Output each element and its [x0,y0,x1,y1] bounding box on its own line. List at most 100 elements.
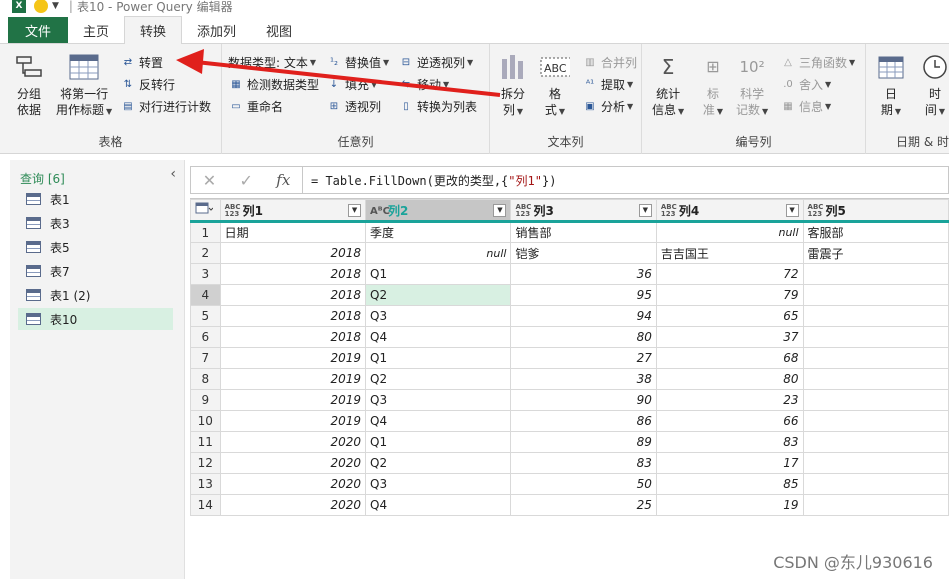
table-cell[interactable]: 2020 [219,494,367,516]
table-cell[interactable]: 90 [510,389,657,411]
table-row[interactable]: 3 2018 Q1 36 72 [190,263,949,285]
rounding-button[interactable]: .0 舍入 ▼ [780,74,831,94]
table-cell[interactable]: 72 [655,263,804,285]
table-cell[interactable]: 2020 [219,473,367,495]
quick-access-dropdown-icon[interactable]: ▼ [52,1,59,11]
detect-data-type-button[interactable]: ▦ 检测数据类型 [228,74,319,94]
replace-values-button[interactable]: ¹₂ 替换值 ▼ [326,52,389,72]
table-cell[interactable]: 客服部 [802,221,949,243]
row-number[interactable]: 11 [190,431,221,453]
table-cell[interactable]: 23 [655,389,804,411]
fill-button[interactable]: ↓ 填充 ▼ [326,74,377,94]
table-cell[interactable]: 36 [510,263,657,285]
row-number[interactable]: 10 [190,410,221,432]
table-row[interactable]: 11 2020 Q1 89 83 [190,431,949,453]
table-cell[interactable] [802,452,949,474]
table-cell[interactable]: 吉吉国王 [655,242,804,264]
format-button[interactable]: ABC 格 式 ▼ [540,52,570,120]
table-cell[interactable]: 2018 [219,305,367,327]
table-cell[interactable]: 2020 [219,431,367,453]
table-cell[interactable]: 日期 [219,221,367,243]
extract-button[interactable]: ᴬ¹ 提取 ▼ [582,74,633,94]
query-item[interactable]: 表1 (2) [18,284,173,306]
table-cell[interactable]: 2019 [219,347,367,369]
table-cell[interactable]: 85 [655,473,804,495]
table-cell[interactable]: Q2 [365,284,512,306]
table-cell[interactable]: 2018 [219,326,367,348]
table-cell[interactable]: 2019 [219,410,367,432]
table-cell[interactable]: 83 [510,452,657,474]
table-cell[interactable]: 37 [655,326,804,348]
table-cell[interactable]: 19 [655,494,804,516]
table-row[interactable]: 10 2019 Q4 86 66 [190,410,949,432]
table-cell[interactable]: 铠爹 [510,242,657,264]
reverse-rows-button[interactable]: ⇅ 反转行 [120,74,175,94]
query-item[interactable]: 表7 [18,260,173,282]
table-cell[interactable]: 17 [655,452,804,474]
filter-dropdown-icon[interactable]: ▼ [348,204,362,217]
row-number[interactable]: 13 [190,473,221,495]
table-cell[interactable]: 86 [510,410,657,432]
table-cell[interactable]: 销售部 [510,221,657,243]
row-number[interactable]: 5 [190,305,221,327]
statistics-button[interactable]: Σ 统计 信息 ▼ [652,52,684,120]
table-cell[interactable]: 95 [510,284,657,306]
table-cell[interactable]: 83 [655,431,804,453]
table-cell[interactable]: null [655,221,804,243]
convert-to-list-button[interactable]: ▯ 转换为列表 [398,96,477,116]
scientific-button[interactable]: 10² 科学 记数 ▼ [736,52,768,120]
confirm-formula-icon[interactable]: ✓ [239,171,252,190]
tab-home[interactable]: 主页 [68,17,124,43]
table-cell[interactable] [802,305,949,327]
row-number[interactable]: 3 [190,263,221,285]
table-cell[interactable]: 27 [510,347,657,369]
information-button[interactable]: ▦ 信息 ▼ [780,96,831,116]
table-row[interactable]: 14 2020 Q4 25 19 [190,494,949,516]
table-cell[interactable]: null [365,242,512,264]
table-cell[interactable]: 80 [655,368,804,390]
table-cell[interactable]: Q4 [365,410,512,432]
filter-dropdown-icon[interactable]: ▼ [493,204,507,217]
column-header-4[interactable]: ABC 123 列4 ▼ [655,199,804,223]
table-cell[interactable] [802,473,949,495]
table-row[interactable]: 13 2020 Q3 50 85 [190,473,949,495]
table-cell[interactable] [802,284,949,306]
table-cell[interactable]: 94 [510,305,657,327]
table-cell[interactable]: 66 [655,410,804,432]
table-cell[interactable] [802,347,949,369]
filter-dropdown-icon[interactable]: ▼ [785,204,799,217]
tab-view[interactable]: 视图 [251,17,307,43]
queries-header[interactable]: 查询 [6] [20,170,65,187]
table-cell[interactable]: Q3 [365,389,512,411]
group-by-button[interactable]: 分组 依据 [14,52,44,118]
table-menu-icon[interactable] [190,199,221,223]
count-rows-button[interactable]: ▤ 对行进行计数 [120,96,211,116]
table-cell[interactable] [802,326,949,348]
tab-file[interactable]: 文件 [8,17,68,43]
table-row[interactable]: 9 2019 Q3 90 23 [190,389,949,411]
table-cell[interactable] [802,389,949,411]
table-cell[interactable]: 2018 [219,284,367,306]
pivot-column-button[interactable]: ⊞ 透视列 [326,96,381,116]
column-header-1[interactable]: ABC 123 列1 ▼ [219,199,367,223]
table-cell[interactable]: 50 [510,473,657,495]
column-header-2[interactable]: AᴮC列2 ▼ [365,199,512,223]
table-cell[interactable] [802,431,949,453]
table-row[interactable]: 4 2018 Q2 95 79 [190,284,949,306]
data-type-dropdown[interactable]: 数据类型: 文本 ▼ [228,52,316,72]
table-cell[interactable]: 2018 [219,242,367,264]
table-cell[interactable]: Q3 [365,305,512,327]
table-row[interactable]: 8 2019 Q2 38 80 [190,368,949,390]
filter-dropdown-icon[interactable]: ▼ [638,204,652,217]
row-number[interactable]: 12 [190,452,221,474]
move-button[interactable]: ⇆ 移动 ▼ [398,74,449,94]
row-number[interactable]: 8 [190,368,221,390]
date-button[interactable]: 日 期 ▼ [876,52,906,120]
table-cell[interactable]: 2018 [219,263,367,285]
table-cell[interactable]: Q4 [365,326,512,348]
tab-add-column[interactable]: 添加列 [182,17,251,43]
table-cell[interactable]: Q1 [365,431,512,453]
table-cell[interactable]: 38 [510,368,657,390]
query-item[interactable]: 表1 [18,188,173,210]
rename-button[interactable]: ▭ 重命名 [228,96,283,116]
